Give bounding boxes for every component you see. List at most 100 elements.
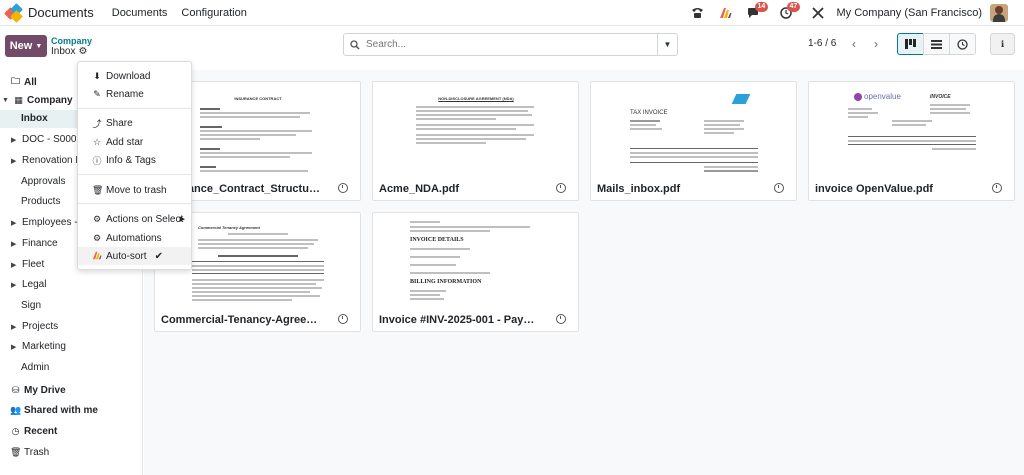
menu-item-rename[interactable]: ✎ Rename	[78, 85, 191, 103]
search-options-toggle[interactable]: ▼	[657, 34, 677, 55]
menu-divider	[78, 174, 191, 175]
activity-view-button[interactable]	[949, 33, 976, 55]
search-bar: ▼	[343, 33, 678, 56]
pager-next-button[interactable]: ›	[866, 34, 886, 54]
sidebar-item-renovation[interactable]: ▶ Renovation P	[11, 155, 82, 166]
messages-badge: 14	[754, 2, 769, 12]
document-card[interactable]: TAX INVOICE Mails_inbox.pdf	[590, 81, 797, 201]
documents-kanban: INSURANCE CONTRACT Insurance_Contract_St…	[144, 70, 1024, 475]
menu-documents[interactable]: Documents	[112, 7, 168, 19]
sidebar-item-all[interactable]: 🗀 All	[10, 74, 37, 90]
activity-clock-icon[interactable]	[338, 314, 348, 324]
sidebar-item-fleet[interactable]: ▶ Fleet	[11, 259, 44, 270]
sidebar-item-approvals[interactable]: Approvals	[21, 176, 65, 187]
sidebar-item-doc[interactable]: ▶ DOC - S0007	[11, 134, 82, 145]
caret-right-icon[interactable]: ▶	[11, 219, 19, 227]
breadcrumb-inbox-label: Inbox	[51, 46, 76, 57]
top-navbar: Documents Documents Configuration 14 47 …	[0, 0, 1024, 26]
company-switcher[interactable]: My Company (San Francisco)	[837, 7, 983, 19]
sidebar-item-trash[interactable]: 🗑 Trash	[10, 447, 49, 458]
caret-right-icon[interactable]: ▶	[11, 240, 19, 248]
sidebar-item-admin[interactable]: Admin	[21, 362, 49, 373]
sidebar-item-projects[interactable]: ▶ Projects	[11, 321, 58, 332]
document-thumbnail: NON-DISCLOSURE AGREEMENT (NDA)	[406, 86, 546, 178]
document-thumbnail: TAX INVOICE	[624, 86, 764, 178]
tools-icon[interactable]	[809, 4, 827, 22]
clock-icon	[957, 38, 968, 50]
ai-icon	[92, 251, 102, 262]
app-title[interactable]: Documents	[28, 5, 94, 20]
sidebar-item-company[interactable]: ▼ ▦ Company	[2, 95, 73, 106]
new-button[interactable]: New ▼	[5, 35, 47, 57]
robot-icon: ⚙	[92, 232, 102, 243]
menu-item-share[interactable]: ⤴ Share	[78, 114, 191, 132]
kanban-icon	[905, 39, 916, 49]
sidebar-item-finance[interactable]: ▶ Finance	[11, 238, 58, 249]
caret-right-icon[interactable]: ▶	[11, 136, 19, 144]
activities-badge: 47	[786, 2, 801, 12]
download-icon: ⬇	[93, 70, 101, 81]
activity-clock-icon[interactable]	[556, 183, 566, 193]
edit-icon: ✎	[93, 88, 101, 99]
menu-item-move-to-trash[interactable]: 🗑 Move to trash	[78, 181, 191, 199]
activities-clock-icon[interactable]: 47	[777, 2, 801, 22]
menu-item-info-tags[interactable]: ⓘ Info & Tags	[78, 151, 191, 169]
sidebar-item-marketing[interactable]: ▶ Marketing	[11, 341, 66, 352]
search-input[interactable]	[366, 39, 657, 50]
inbox-actions-dropdown: ⬇ Download ✎ Rename ⤴ Share ☆ Add star ⓘ Info…	[77, 61, 192, 270]
caret-right-icon[interactable]: ▶	[11, 157, 19, 165]
phone-icon[interactable]	[689, 4, 707, 22]
sidebar-item-legal[interactable]: ▶ Legal	[11, 279, 46, 290]
sidebar-item-products[interactable]: Products	[21, 196, 60, 207]
trash-icon: 🗑	[10, 447, 22, 457]
info-button[interactable]: ℹ	[990, 33, 1015, 55]
document-name[interactable]: Mails_inbox.pdf	[597, 183, 757, 195]
caret-right-icon[interactable]: ▶	[11, 323, 19, 331]
clock-icon: ◷	[11, 426, 20, 436]
menu-item-automations[interactable]: ⚙ Automations	[78, 229, 191, 247]
ai-icon[interactable]	[717, 4, 735, 22]
sidebar-item-inbox[interactable]: Inbox	[21, 113, 48, 124]
activity-clock-icon[interactable]	[992, 183, 1002, 193]
document-card[interactable]: INVOICE DETAILS BILLING INFORMATION Invo…	[372, 212, 579, 332]
document-card[interactable]: openvalue INVOICE invoice OpenValue.pdf	[808, 81, 1015, 201]
sidebar-item-sign[interactable]: Sign	[21, 300, 41, 311]
hdd-icon: ⛁	[11, 385, 20, 395]
list-view-button[interactable]	[923, 33, 950, 55]
info-circle-icon: ⓘ	[92, 155, 102, 166]
caret-right-icon[interactable]: ▶	[11, 281, 19, 289]
document-thumbnail: INVOICE DETAILS BILLING INFORMATION	[406, 217, 546, 309]
activity-clock-icon[interactable]	[338, 183, 348, 193]
document-name[interactable]: Invoice #INV-2025-001 - Payment.pdf	[379, 314, 539, 326]
menu-item-download[interactable]: ⬇ Download	[78, 67, 191, 85]
user-avatar[interactable]	[990, 4, 1008, 22]
sidebar-item-employees[interactable]: ▶ Employees -	[11, 217, 78, 228]
sidebar-item-my-drive[interactable]: ⛁ My Drive	[10, 385, 66, 396]
caret-down-icon[interactable]: ▼	[2, 97, 10, 104]
document-name[interactable]: invoice OpenValue.pdf	[815, 183, 975, 195]
menu-configuration[interactable]: Configuration	[181, 7, 246, 19]
menu-item-add-star[interactable]: ☆ Add star	[78, 133, 191, 151]
menu-item-auto-sort[interactable]: Auto-sort ✔	[78, 247, 191, 265]
menu-item-actions-on-select[interactable]: ⚙ Actions on Select ▶	[78, 210, 191, 228]
breadcrumb-company[interactable]: Company	[51, 36, 92, 46]
activity-clock-icon[interactable]	[556, 314, 566, 324]
document-thumbnail: INSURANCE CONTRACT	[188, 86, 328, 178]
building-icon: ▦	[14, 95, 23, 105]
document-name[interactable]: Acme_NDA.pdf	[379, 183, 539, 195]
gear-icon[interactable]: ⚙	[78, 46, 87, 57]
breadcrumb-inbox: Inbox ⚙	[51, 46, 87, 57]
pager-value[interactable]: 1-6 / 6	[808, 38, 836, 49]
sidebar-item-recent[interactable]: ◷ Recent	[10, 426, 58, 437]
sidebar-item-shared[interactable]: 👥 Shared with me	[10, 405, 98, 416]
caret-right-icon[interactable]: ▶	[11, 343, 19, 351]
activity-clock-icon[interactable]	[774, 183, 784, 193]
caret-right-icon[interactable]: ▶	[11, 261, 19, 269]
pager-previous-button[interactable]: ‹	[844, 34, 864, 54]
messages-icon[interactable]: 14	[745, 2, 769, 22]
document-name[interactable]: Commercial-Tenancy-Agreement.pdf	[161, 314, 321, 326]
users-icon: 👥	[10, 405, 22, 415]
documents-app-logo-icon[interactable]	[4, 2, 23, 23]
document-card[interactable]: NON-DISCLOSURE AGREEMENT (NDA) Acme_NDA.…	[372, 81, 579, 201]
kanban-view-button[interactable]	[897, 33, 924, 55]
